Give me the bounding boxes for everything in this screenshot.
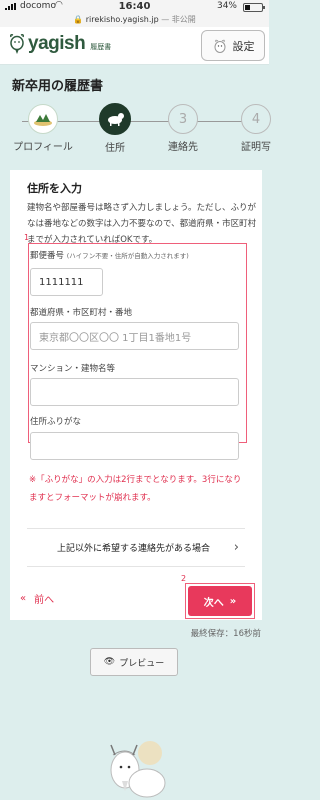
divider [27, 566, 245, 567]
progress-stepper: プロフィール 住所 3 連絡先 4 証明写 [0, 103, 271, 154]
lock-icon: 🔒 [73, 15, 84, 24]
logo-subtitle: 履歴書 [90, 43, 112, 51]
url-text: rirekisho.yagish.jp [85, 15, 159, 24]
step-label: 連絡先 [168, 142, 198, 153]
step-done-icon [28, 104, 58, 134]
step-photo[interactable]: 4 証明写 [236, 104, 276, 153]
annotation-number-1: 1 [24, 233, 30, 242]
postal-code-note: (ハイフン不要・住所が自動入力されます) [66, 252, 189, 260]
step-number: 3 [168, 104, 198, 134]
furigana-label: 住所ふりがな [30, 417, 82, 427]
goat-avatar-icon [214, 39, 225, 53]
goat-mascot-icon [110, 741, 166, 798]
goat-step-icon [99, 103, 131, 135]
step-contact[interactable]: 3 連絡先 [163, 104, 203, 153]
step-profile[interactable]: プロフィール [8, 104, 78, 153]
furigana-warning: ※「ふりがな」の入力は2行までとなります。3行になりますとフォーマットが崩れます… [29, 475, 242, 503]
battery-icon [243, 3, 265, 12]
form-title: 住所を入力 [27, 182, 82, 195]
building-input[interactable] [30, 378, 239, 406]
settings-label: 設定 [232, 39, 255, 53]
step-label: 住所 [105, 143, 125, 154]
step-number: 4 [241, 104, 271, 134]
back-button[interactable]: « 前へ [20, 591, 54, 606]
status-bar: docomo ◠ 16:40 34% 🔒 rirekisho.yagish.jp… [0, 0, 269, 27]
battery-percent: 34% [216, 1, 237, 11]
step-label: 証明写 [241, 142, 271, 153]
postal-code-label: 郵便番号 (ハイフン不要・住所が自動入力されます) [30, 251, 189, 261]
settings-button[interactable]: 設定 [201, 30, 265, 61]
next-button[interactable]: 次へ » [188, 586, 252, 616]
annotation-number-2: 2 [181, 574, 187, 583]
logo[interactable]: yagish 履歴書 [8, 33, 111, 55]
step-label: プロフィール [13, 142, 73, 153]
building-label: マンション・建物名等 [30, 364, 116, 374]
app-header: yagish 履歴書 設定 [0, 27, 269, 65]
next-label: 次へ [203, 597, 224, 609]
furigana-input[interactable] [30, 432, 239, 460]
preview-button[interactable]: 👁 プレビュー [90, 648, 178, 676]
other-contact-label: 上記以外に希望する連絡先がある場合 [57, 543, 211, 554]
step-address[interactable]: 住所 [95, 103, 135, 154]
double-chevron-left-icon: « [20, 593, 27, 604]
postal-code-input[interactable]: 1111111 [30, 268, 103, 296]
address-form-card: 住所を入力 建物名や部屋番号は略さず入力しましょう。ただし、ふりがなは番地などの… [10, 170, 262, 620]
page-title: 新卒用の履歴書 [12, 79, 104, 94]
goat-logo-icon [10, 34, 24, 54]
back-label: 前へ [34, 595, 55, 606]
last-saved-text: 最終保存：16秒前 [190, 629, 261, 639]
address-label: 都道府県・市区町村・番地 [30, 308, 133, 318]
chevron-right-icon: › [233, 539, 239, 555]
url-bar[interactable]: 🔒 rirekisho.yagish.jp — 非公開 [0, 14, 269, 25]
other-contact-row[interactable]: 上記以外に希望する連絡先がある場合 › [27, 532, 245, 562]
address-input[interactable]: 東京都〇〇区〇〇 1丁目1番地1号 [30, 322, 239, 350]
preview-label: プレビュー [119, 658, 165, 669]
eye-icon: 👁 [103, 657, 116, 667]
form-description: 建物名や部屋番号は略さず入力しましょう。ただし、ふりがなは番地などの数字は入力不… [27, 203, 257, 245]
privacy-label: — 非公開 [161, 15, 196, 24]
logo-text: yagish [28, 33, 86, 54]
double-chevron-right-icon: » [229, 595, 237, 607]
divider [27, 528, 245, 529]
